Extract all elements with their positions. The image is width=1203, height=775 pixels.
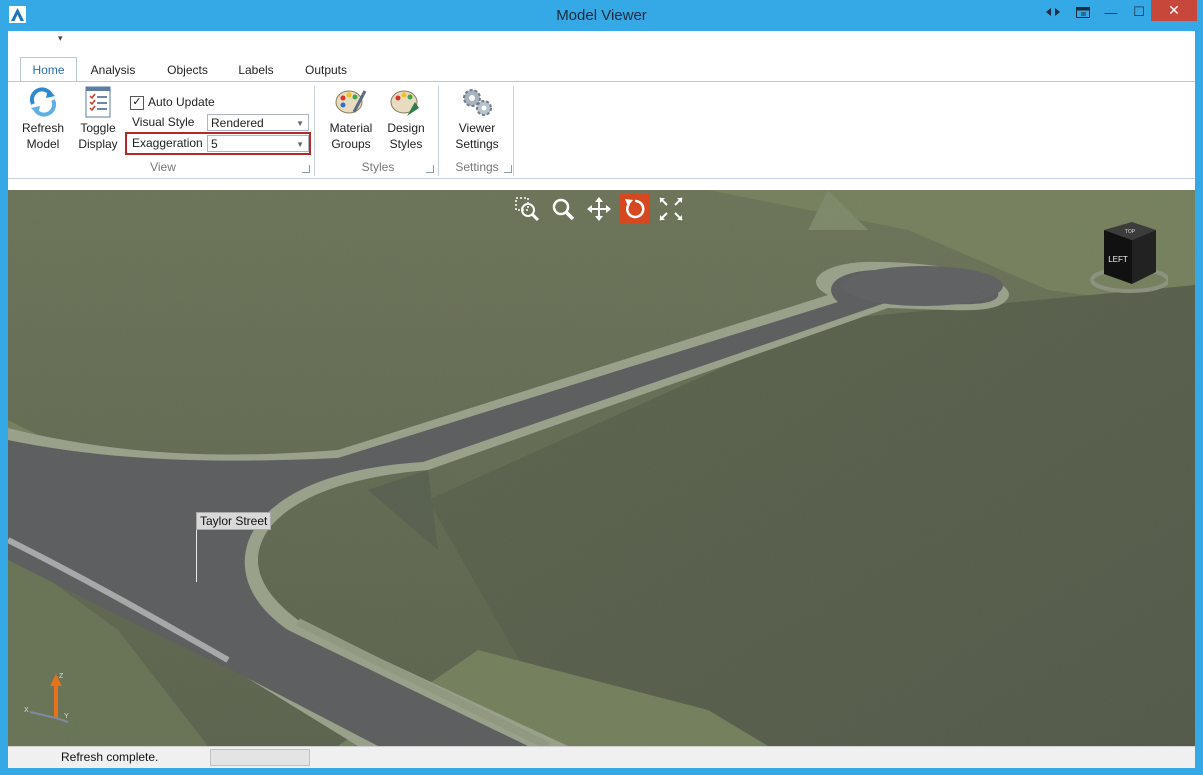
design-label-1: Design <box>387 121 425 135</box>
chevron-down-icon: ▼ <box>296 119 304 128</box>
auto-update-label: Auto Update <box>148 95 215 109</box>
viewcube-icon[interactable]: LEFT TOP <box>1088 218 1168 298</box>
styles-dialog-launcher-icon[interactable] <box>426 165 434 173</box>
close-button[interactable]: ✕ <box>1151 0 1197 21</box>
ribbon-tabs: Home Analysis Objects Labels Outputs <box>8 55 1195 83</box>
quick-access-dropdown-icon[interactable]: ▾ <box>58 33 63 44</box>
refresh-icon <box>29 87 57 117</box>
toggle-display-button[interactable]: Toggle Display <box>74 86 122 152</box>
group-divider <box>314 86 315 176</box>
view-dialog-launcher-icon[interactable] <box>302 165 310 173</box>
title-bar[interactable]: Model Viewer — ☐ ✕ <box>0 0 1203 30</box>
street-label[interactable]: Taylor Street <box>196 512 272 530</box>
axis-z-label: Z <box>59 673 64 680</box>
window-title: Model Viewer <box>556 7 647 24</box>
progress-bar <box>210 749 310 766</box>
gears-icon <box>463 89 492 116</box>
refresh-model-button[interactable]: Refresh Model <box>18 86 68 152</box>
tab-labels[interactable]: Labels <box>230 59 282 81</box>
visual-style-value: Rendered <box>211 116 264 130</box>
axis-triad-icon: Z X Y <box>24 673 69 723</box>
refresh-label-2: Model <box>26 137 60 151</box>
exaggeration-highlight-box <box>125 132 311 155</box>
toggle-label-2: Display <box>78 137 118 151</box>
viewer-label-1: Viewer <box>458 121 496 135</box>
viewcube-left-face[interactable]: LEFT <box>1108 255 1128 264</box>
tab-analysis[interactable]: Analysis <box>84 59 142 81</box>
orbit-icon[interactable] <box>620 194 650 224</box>
group-divider <box>438 86 439 176</box>
viewer-settings-button[interactable]: Viewer Settings <box>450 86 504 152</box>
toggle-label-1: Toggle <box>80 121 116 135</box>
palette-brush-icon <box>390 90 419 116</box>
settings-dialog-launcher-icon[interactable] <box>504 165 512 173</box>
styles-group-label: Styles <box>361 160 395 174</box>
material-label-2: Groups <box>331 137 371 151</box>
group-divider <box>513 86 514 176</box>
settings-group-label: Settings <box>455 160 499 174</box>
resize-arrows-icon[interactable] <box>1040 0 1066 24</box>
checklist-icon <box>85 86 111 118</box>
navigation-toolbar <box>512 194 686 226</box>
auto-update-checkbox[interactable]: ✓ <box>130 96 144 110</box>
app-window: Model Viewer — ☐ ✕ ▾ Home Analysis Objec… <box>0 0 1203 775</box>
tab-outputs[interactable]: Outputs <box>298 59 354 81</box>
maximize-button[interactable]: ☐ <box>1126 0 1152 24</box>
ribbon-panel: Refresh Model Toggle Display ✓ Auto Upda… <box>8 81 1195 179</box>
status-text: Refresh complete. <box>61 750 159 764</box>
fullscreen-icon[interactable] <box>656 194 686 224</box>
view-group-label: View <box>150 160 176 174</box>
model-viewport[interactable]: LEFT TOP Taylor Street Z X Y <box>8 190 1195 746</box>
design-styles-button[interactable]: Design Styles <box>382 86 430 152</box>
axis-y-label: Y <box>64 713 69 720</box>
viewcube-top-face[interactable]: TOP <box>1125 229 1136 235</box>
pan-icon[interactable] <box>584 194 614 224</box>
terrain-scene <box>8 190 1195 746</box>
material-label-1: Material <box>329 121 373 135</box>
status-bar: Refresh complete. <box>8 746 1195 768</box>
refresh-label-1: Refresh <box>21 121 65 135</box>
tab-home[interactable]: Home <box>20 57 77 83</box>
zoom-extents-icon[interactable] <box>512 194 542 224</box>
tab-objects[interactable]: Objects <box>160 59 215 81</box>
visual-style-label: Visual Style <box>132 115 195 129</box>
ribbon-toggle-icon[interactable] <box>1070 0 1096 24</box>
minimize-button[interactable]: — <box>1098 0 1124 24</box>
visual-style-select[interactable]: Rendered ▼ <box>207 114 309 131</box>
design-label-2: Styles <box>389 137 423 151</box>
viewer-label-2: Settings <box>455 137 499 151</box>
client-area: ▾ Home Analysis Objects Labels Outputs R… <box>8 31 1195 768</box>
axis-x-label: X <box>24 707 29 714</box>
material-groups-button[interactable]: Material Groups <box>326 86 376 152</box>
zoom-icon[interactable] <box>548 194 578 224</box>
palette-icon <box>335 90 367 114</box>
label-leader-line <box>196 530 197 582</box>
